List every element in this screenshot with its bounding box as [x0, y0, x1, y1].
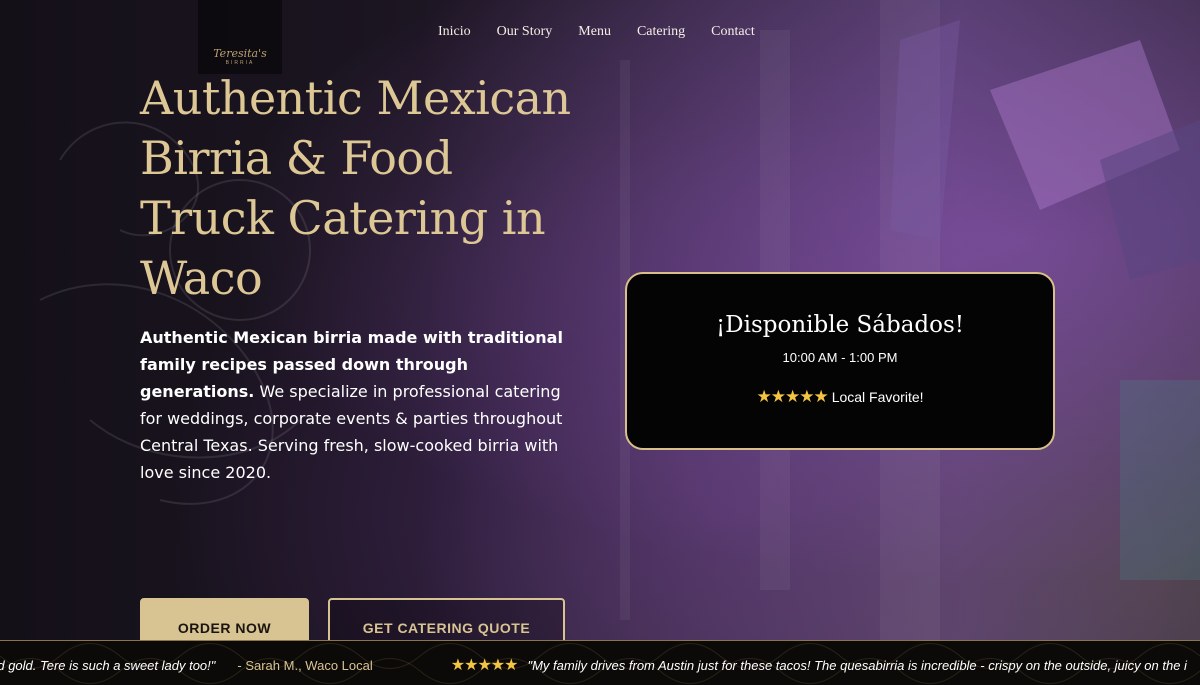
hero-description: Authentic Mexican birria made with tradi…: [140, 324, 570, 486]
testimonial-stars-icon: ★★★★★: [450, 657, 519, 674]
nav-item-menu[interactable]: Menu: [578, 24, 611, 40]
testimonial-author: - Sarah M., Waco Local: [237, 658, 373, 673]
nav-item-contact[interactable]: Contact: [711, 24, 755, 40]
logo-subtitle: BIRRIA: [225, 60, 255, 66]
testimonial-quote: "My family drives from Austin just for t…: [527, 658, 1187, 673]
hero-section: Teresita's BIRRIA Inicio Our Story Menu …: [0, 0, 1200, 685]
testimonial-ticker: quid gold. Tere is such a sweet lady too…: [0, 640, 1200, 685]
availability-hours: 10:00 AM - 1:00 PM: [782, 350, 898, 365]
hero-title: Authentic Mexican Birria & Food Truck Ca…: [140, 71, 571, 305]
availability-rating: ★★★★★ Local Favorite!: [756, 387, 923, 407]
logo[interactable]: Teresita's BIRRIA: [198, 0, 282, 74]
main-nav: Inicio Our Story Menu Catering Contact: [438, 24, 781, 40]
availability-card: ¡Disponible Sábados! 10:00 AM - 1:00 PM …: [625, 272, 1055, 450]
availability-title: ¡Disponible Sábados!: [715, 312, 965, 338]
catering-quote-button[interactable]: GET CATERING QUOTE: [328, 598, 565, 646]
order-now-button[interactable]: ORDER NOW: [140, 598, 309, 646]
nav-item-our-story[interactable]: Our Story: [497, 24, 553, 40]
five-star-rating-icon: ★★★★★: [756, 387, 828, 406]
testimonial-quote: quid gold. Tere is such a sweet lady too…: [0, 658, 216, 673]
rating-label: Local Favorite!: [831, 389, 924, 405]
nav-item-inicio[interactable]: Inicio: [438, 24, 471, 40]
logo-name: Teresita's: [213, 47, 267, 60]
ticker-track: quid gold. Tere is such a sweet lady too…: [0, 655, 1187, 675]
nav-item-catering[interactable]: Catering: [637, 24, 685, 40]
